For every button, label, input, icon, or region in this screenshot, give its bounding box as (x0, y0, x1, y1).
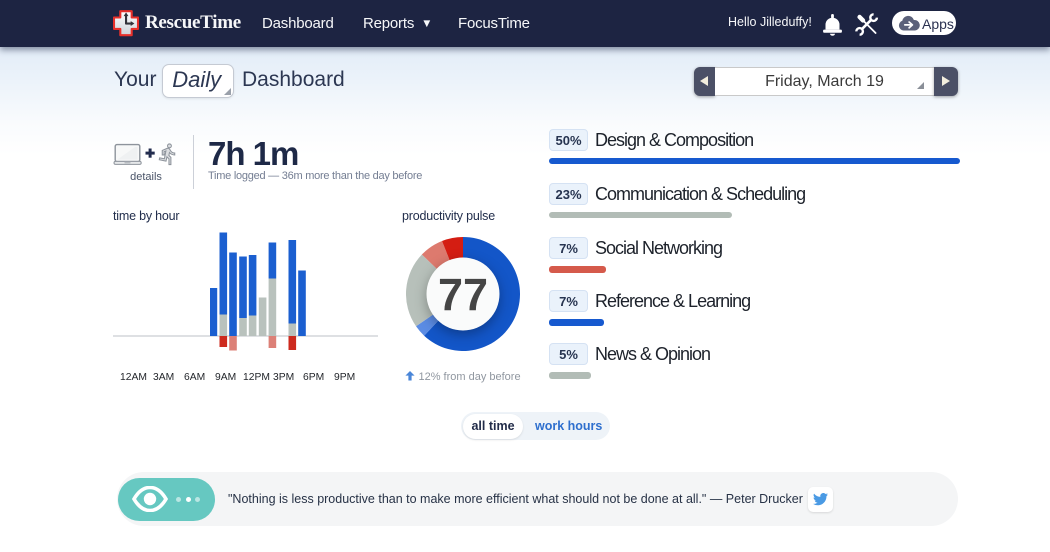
svg-text:77: 77 (438, 269, 488, 320)
